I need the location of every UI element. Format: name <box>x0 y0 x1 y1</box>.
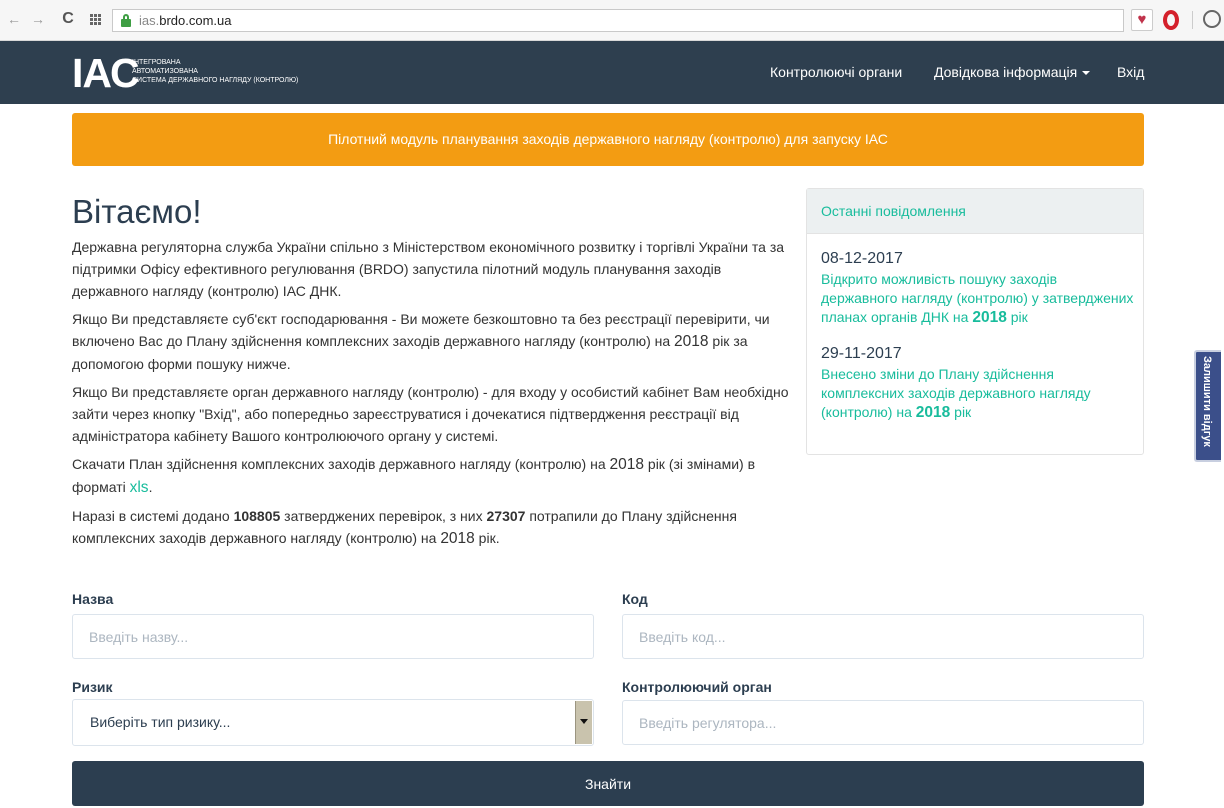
dropdown-arrow-icon[interactable] <box>575 701 592 744</box>
site-navbar: ІАС ІНТЕГРОВАНА АВТОМАТИЗОВАНА СИСТЕМА Д… <box>0 41 1224 104</box>
intro-text: Державна регуляторна служба України спіл… <box>72 236 792 556</box>
name-input[interactable] <box>72 614 594 659</box>
xls-download-link[interactable]: xls <box>130 479 149 496</box>
lock-icon <box>121 14 131 27</box>
caret-down-icon <box>1082 71 1091 76</box>
apps-grid-icon[interactable] <box>90 14 102 26</box>
nav-link-login[interactable]: Вхід <box>1117 64 1144 80</box>
code-input[interactable] <box>622 614 1144 659</box>
panel-title: Останні повідомлення <box>807 189 1143 234</box>
news-date: 08-12-2017 <box>821 250 903 267</box>
intro-paragraph-5: Наразі в системі додано 108805 затвердже… <box>72 508 737 547</box>
reload-icon[interactable]: C <box>60 10 76 28</box>
heart-extension-icon[interactable]: ♥ <box>1131 9 1153 31</box>
news-date: 29-11-2017 <box>821 345 902 362</box>
regulator-input[interactable] <box>622 700 1144 745</box>
toolbar-divider <box>1192 11 1193 29</box>
pilot-banner: Пілотний модуль планування заходів держа… <box>72 113 1144 166</box>
address-bar[interactable]: ias.brdo.com.ua <box>112 9 1124 32</box>
opera-icon[interactable] <box>1163 10 1179 30</box>
page-title: Вітаємо! <box>72 193 202 230</box>
name-label: Назва <box>72 591 114 607</box>
intro-paragraph-2: Якщо Ви представляєте суб'єкт господарюв… <box>72 311 770 372</box>
news-link[interactable]: Відкрито можливість пошуку заходів держа… <box>821 270 1135 327</box>
logo[interactable]: ІАС <box>72 51 140 95</box>
intro-paragraph-3: Якщо Ви представляєте орган державного н… <box>72 384 789 444</box>
news-item: 08-12-2017 Відкрито можливість пошуку за… <box>821 248 1135 327</box>
regulator-label: Контролюючий орган <box>622 679 772 695</box>
nav-link-regulators[interactable]: Контролюючі органи <box>770 64 902 80</box>
risk-select-value: Виберіть тип ризику... <box>90 714 231 730</box>
news-item: 29-11-2017 Внесено зміни до Плану здійсн… <box>821 343 1135 422</box>
back-arrow-icon[interactable]: ← <box>6 11 22 27</box>
logo-subtitle: ІНТЕГРОВАНА АВТОМАТИЗОВАНА СИСТЕМА ДЕРЖА… <box>132 59 299 84</box>
latest-news-panel: Останні повідомлення 08-12-2017 Відкрито… <box>806 188 1144 455</box>
url-text: ias.brdo.com.ua <box>139 13 232 28</box>
download-icon[interactable] <box>1203 10 1221 28</box>
intro-paragraph-1: Державна регуляторна служба України спіл… <box>72 239 785 299</box>
nav-link-reference-info[interactable]: Довідкова інформація <box>934 64 1091 80</box>
feedback-label: Залишити відгук <box>1201 356 1213 447</box>
risk-select[interactable]: Виберіть тип ризику... <box>72 699 594 746</box>
total-checks-count: 108805 <box>233 508 281 524</box>
intro-paragraph-4: Скачати План здійснення комплексних захо… <box>72 456 756 496</box>
browser-toolbar: ← → C ias.brdo.com.ua ♥ <box>0 0 1224 41</box>
forward-arrow-icon[interactable]: → <box>30 11 46 27</box>
risk-label: Ризик <box>72 679 113 695</box>
search-button[interactable]: Знайти <box>72 761 1144 806</box>
news-link[interactable]: Внесено зміни до Плану здійснення компле… <box>821 365 1135 422</box>
code-label: Код <box>622 591 648 607</box>
feedback-tab[interactable]: Залишити відгук <box>1194 350 1221 462</box>
planned-checks-count: 27307 <box>486 508 526 524</box>
